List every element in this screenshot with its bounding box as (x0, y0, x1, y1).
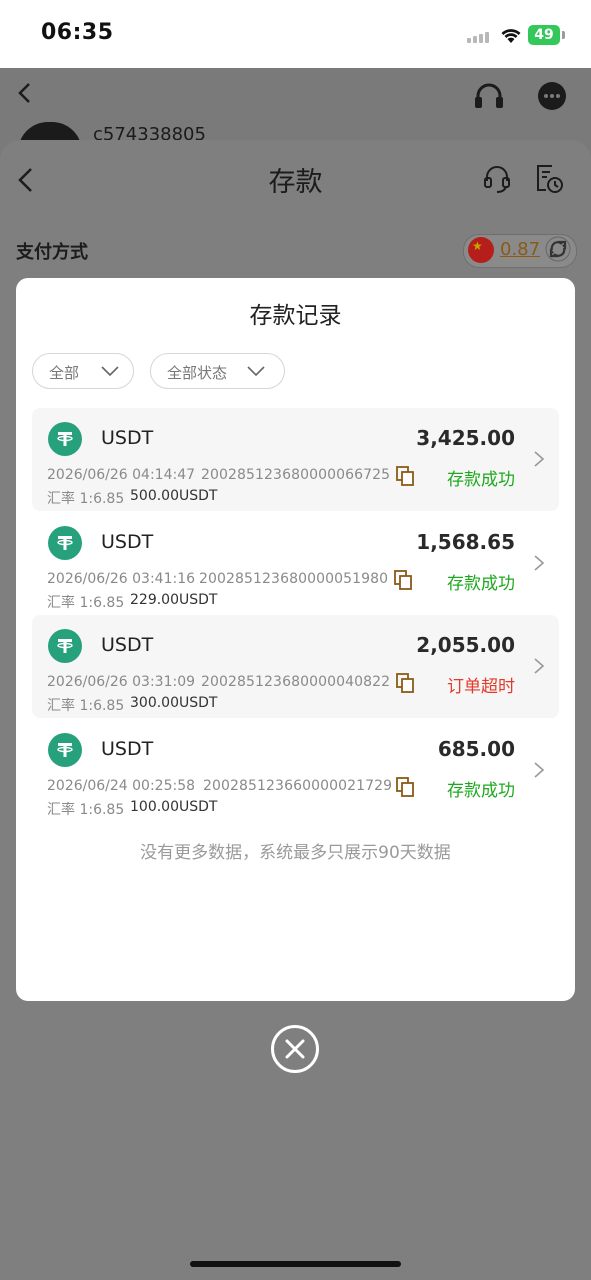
modal-title: 存款记录 (249, 303, 342, 329)
usdt-amount: 229.00USDT (130, 592, 218, 608)
status-badge: 存款成功 (447, 781, 515, 801)
copy-icon[interactable] (394, 570, 412, 590)
filter-all-label: 全部 (49, 364, 80, 382)
usdt-coin-icon (48, 422, 82, 456)
exchange-rate-value[interactable]: 0.87 (500, 239, 540, 260)
copy-icon[interactable] (396, 673, 414, 693)
usdt-amount: 500.00USDT (130, 488, 218, 504)
filter-status-label: 全部状态 (167, 364, 228, 382)
filter-all-dropdown[interactable]: 全部 (32, 353, 134, 389)
deposit-amount: 3,425.00 (416, 426, 515, 450)
coin-name: USDT (101, 427, 154, 449)
usdt-amount: 100.00USDT (130, 799, 218, 815)
background-chat-icon (535, 80, 569, 114)
battery-cap (562, 31, 565, 39)
deposit-date: 2026/06/26 03:41:16 (47, 571, 196, 587)
battery-indicator: 49 (528, 25, 560, 45)
usdt-coin-icon (48, 629, 82, 663)
usdt-amount: 300.00USDT (130, 695, 218, 711)
copy-icon[interactable] (396, 777, 414, 797)
copy-icon[interactable] (396, 466, 414, 486)
flag-star-icon: ★ (472, 239, 483, 253)
deposit-date: 2026/06/26 04:14:47 (47, 467, 196, 483)
coin-name: USDT (101, 634, 154, 656)
chevron-right-icon (533, 450, 545, 468)
exchange-rate-text: 汇率 1:6.85 (47, 698, 125, 714)
order-id: 200285123680000040822 (201, 674, 391, 690)
deposit-record-row[interactable]: USDT 3,425.00 2026/06/26 04:14:47 200285… (32, 408, 559, 511)
chevron-down-icon (247, 366, 265, 377)
order-id: 200285123660000021729 (203, 778, 393, 794)
deposit-record-row[interactable]: USDT 1,568.65 2026/06/26 03:41:16 200285… (32, 512, 559, 615)
status-badge: 存款成功 (447, 470, 515, 490)
filter-status-dropdown[interactable]: 全部状态 (150, 353, 285, 389)
exchange-rate-text: 汇率 1:6.85 (47, 491, 125, 507)
refresh-icon[interactable] (545, 236, 571, 262)
deposit-history-icon[interactable] (532, 162, 566, 196)
background-username: c574338805 (93, 124, 206, 140)
chevron-right-icon (533, 554, 545, 572)
deposit-amount: 1,568.65 (416, 530, 515, 554)
deposit-amount: 685.00 (437, 737, 515, 761)
background-headset-icon (472, 80, 506, 114)
wifi-icon (500, 26, 522, 44)
signal-icon (467, 31, 491, 43)
usdt-coin-icon (48, 526, 82, 560)
background-back-icon (16, 82, 34, 104)
coin-name: USDT (101, 738, 154, 760)
chevron-down-icon (101, 366, 119, 377)
support-headset-icon[interactable] (480, 162, 514, 196)
status-badge: 存款成功 (447, 574, 515, 594)
usdt-coin-icon (48, 733, 82, 767)
no-more-data-text: 没有更多数据，系统最多只展示90天数据 (140, 843, 451, 863)
order-id: 200285123680000066725 (201, 467, 391, 483)
deposit-amount: 2,055.00 (416, 633, 515, 657)
payment-method-label: 支付方式 (16, 242, 88, 263)
chevron-right-icon (533, 761, 545, 779)
coin-name: USDT (101, 531, 154, 553)
deposit-date: 2026/06/26 03:31:09 (47, 674, 196, 690)
status-time: 06:35 (41, 20, 114, 45)
deposit-record-row[interactable]: USDT 2,055.00 2026/06/26 03:31:09 200285… (32, 615, 559, 718)
status-badge: 订单超时 (447, 677, 515, 697)
exchange-rate-text: 汇率 1:6.85 (47, 595, 125, 611)
order-id: 200285123680000051980 (199, 571, 389, 587)
deposit-record-row[interactable]: USDT 685.00 2026/06/24 00:25:58 20028512… (32, 719, 559, 822)
close-modal-button[interactable] (271, 1025, 319, 1073)
exchange-rate-text: 汇率 1:6.85 (47, 802, 125, 818)
deposit-date: 2026/06/24 00:25:58 (47, 778, 196, 794)
home-indicator[interactable] (190, 1261, 401, 1267)
close-icon (285, 1039, 305, 1059)
chevron-right-icon (533, 657, 545, 675)
